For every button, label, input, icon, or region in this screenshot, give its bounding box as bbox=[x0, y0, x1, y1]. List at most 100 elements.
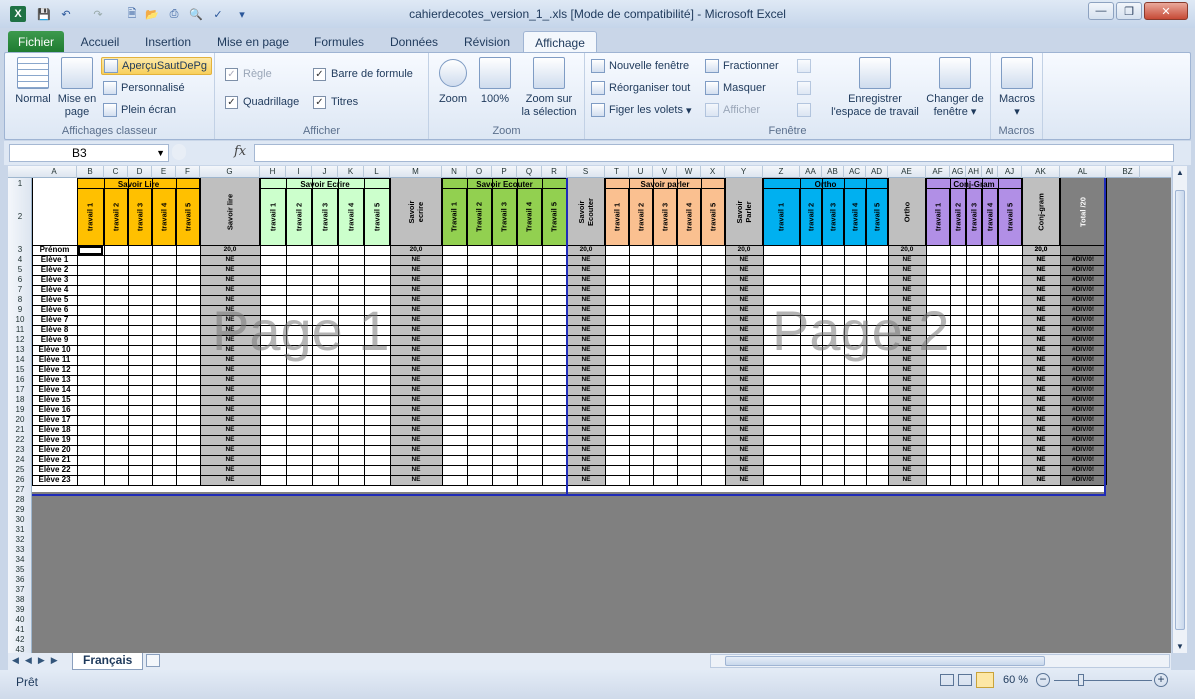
close-button[interactable]: ✕ bbox=[1144, 2, 1188, 20]
row-header-40[interactable]: 40 bbox=[8, 615, 32, 625]
column-header-q[interactable]: Q bbox=[517, 166, 542, 178]
row-header-26[interactable]: 26 bbox=[8, 475, 32, 485]
page-layout-button[interactable]: Mise en page bbox=[55, 57, 99, 119]
column-header-ah[interactable]: AH bbox=[966, 166, 982, 178]
tab-accueil[interactable]: Accueil bbox=[72, 31, 128, 53]
insert-sheet-icon[interactable] bbox=[146, 654, 160, 667]
macros-button[interactable]: Macros ▾ bbox=[995, 57, 1039, 119]
column-header-d[interactable]: D bbox=[128, 166, 152, 178]
zoom-level[interactable]: 60 % bbox=[1003, 674, 1028, 686]
save-workspace-button[interactable]: Enregistrer l'espace de travail bbox=[825, 57, 925, 119]
tab-fichier[interactable]: Fichier bbox=[8, 31, 64, 53]
freeze-panes-button[interactable]: Figer les volets ▾ bbox=[591, 101, 692, 119]
row-header-18[interactable]: 18 bbox=[8, 395, 32, 405]
row-header-14[interactable]: 14 bbox=[8, 355, 32, 365]
tab-affichage[interactable]: Affichage bbox=[523, 31, 597, 53]
column-header-g[interactable]: G bbox=[200, 166, 260, 178]
row-header-21[interactable]: 21 bbox=[8, 425, 32, 435]
vertical-scrollbar[interactable]: ▲ ▼ bbox=[1172, 166, 1187, 653]
column-header-t[interactable]: T bbox=[605, 166, 629, 178]
column-header-u[interactable]: U bbox=[629, 166, 653, 178]
row-header-34[interactable]: 34 bbox=[8, 555, 32, 565]
row-header-32[interactable]: 32 bbox=[8, 535, 32, 545]
column-header-ai[interactable]: AI bbox=[982, 166, 998, 178]
row-header-43[interactable]: 43 bbox=[8, 645, 32, 653]
column-header-h[interactable]: H bbox=[260, 166, 286, 178]
column-header-ac[interactable]: AC bbox=[844, 166, 866, 178]
zoom-selection-button[interactable]: Zoom sur la sélection bbox=[517, 57, 581, 119]
tab-revision[interactable]: Révision bbox=[456, 31, 518, 53]
name-box-dropdown-icon[interactable]: ▼ bbox=[156, 145, 165, 161]
sheet-nav-icon[interactable]: ◀◀▶▶ bbox=[12, 655, 64, 666]
column-header-x[interactable]: X bbox=[701, 166, 725, 178]
row-header-6[interactable]: 6 bbox=[8, 275, 32, 285]
sheet-tab-francais[interactable]: Français bbox=[72, 653, 144, 670]
scroll-down-icon[interactable]: ▼ bbox=[1176, 642, 1184, 651]
new-window-button[interactable]: Nouvelle fenêtre bbox=[591, 57, 689, 75]
row-header-19[interactable]: 19 bbox=[8, 405, 32, 415]
row-header-11[interactable]: 11 bbox=[8, 325, 32, 335]
row-header-4[interactable]: 4 bbox=[8, 255, 32, 265]
row-header-7[interactable]: 7 bbox=[8, 285, 32, 295]
restore-button[interactable]: ❐ bbox=[1116, 2, 1142, 20]
column-header-a[interactable]: A bbox=[32, 166, 77, 178]
column-header-i[interactable]: I bbox=[286, 166, 312, 178]
custom-views-button[interactable]: Personnalisé bbox=[103, 79, 185, 97]
synchronous-scrolling-icon[interactable] bbox=[797, 79, 815, 97]
column-header-p[interactable]: P bbox=[492, 166, 517, 178]
row-header-25[interactable]: 25 bbox=[8, 465, 32, 475]
minimize-button[interactable]: — bbox=[1088, 2, 1114, 20]
column-header-n[interactable]: N bbox=[442, 166, 467, 178]
gridlines-checkbox[interactable]: ✓ Quadrillage bbox=[225, 93, 299, 111]
cell-grid[interactable]: Savoir Lire travail 1 travail 2 travail 3 tr… bbox=[32, 178, 1107, 496]
row-header-31[interactable]: 31 bbox=[8, 525, 32, 535]
column-header-v[interactable]: V bbox=[653, 166, 677, 178]
row-header-17[interactable]: 17 bbox=[8, 385, 32, 395]
row-header-8[interactable]: 8 bbox=[8, 295, 32, 305]
row-header-41[interactable]: 41 bbox=[8, 625, 32, 635]
column-header-z[interactable]: Z bbox=[763, 166, 800, 178]
name-box[interactable]: B3 ▼ bbox=[9, 144, 169, 162]
column-header-ag[interactable]: AG bbox=[950, 166, 966, 178]
tab-mise-en-page[interactable]: Mise en page bbox=[210, 31, 296, 53]
column-header-aj[interactable]: AJ bbox=[998, 166, 1022, 178]
insert-function-button[interactable]: fx bbox=[172, 144, 252, 162]
column-header-m[interactable]: M bbox=[390, 166, 442, 178]
zoom-button[interactable]: Zoom bbox=[433, 57, 473, 106]
tab-insertion[interactable]: Insertion bbox=[136, 31, 200, 53]
reset-window-position-icon[interactable] bbox=[797, 101, 815, 119]
zoom-out-icon[interactable]: − bbox=[1036, 673, 1050, 687]
formula-input[interactable] bbox=[254, 144, 1174, 162]
row-header-39[interactable]: 39 bbox=[8, 605, 32, 615]
column-header-o[interactable]: O bbox=[467, 166, 492, 178]
column-header-c[interactable]: C bbox=[104, 166, 128, 178]
column-header-af[interactable]: AF bbox=[926, 166, 950, 178]
view-side-by-side-icon[interactable] bbox=[797, 57, 815, 75]
row-header-27[interactable]: 27 bbox=[8, 485, 32, 495]
column-header-w[interactable]: W bbox=[677, 166, 701, 178]
zoom-100-button[interactable]: 100% bbox=[475, 57, 515, 106]
column-header-k[interactable]: K bbox=[338, 166, 364, 178]
row-header-36[interactable]: 36 bbox=[8, 575, 32, 585]
column-header-bz[interactable]: BZ bbox=[1116, 166, 1140, 178]
spreadsheet-area[interactable]: A B C D E F G H I J K L M N O P Q R S T U V W X Y Z AA AB AC AD AE AF AG… bbox=[8, 166, 1171, 653]
row-header-29[interactable]: 29 bbox=[8, 505, 32, 515]
full-screen-button[interactable]: Plein écran bbox=[103, 101, 176, 119]
formula-bar-checkbox[interactable]: ✓ Barre de formule bbox=[313, 65, 413, 83]
row-header-35[interactable]: 35 bbox=[8, 565, 32, 575]
row-header-5[interactable]: 5 bbox=[8, 265, 32, 275]
row-header-20[interactable]: 20 bbox=[8, 415, 32, 425]
row-header-24[interactable]: 24 bbox=[8, 455, 32, 465]
column-header-ad[interactable]: AD bbox=[866, 166, 888, 178]
page-break-preview-button[interactable]: AperçuSautDePg bbox=[101, 57, 212, 75]
row-header-42[interactable]: 42 bbox=[8, 635, 32, 645]
column-header-j[interactable]: J bbox=[312, 166, 338, 178]
horizontal-scrollbar[interactable] bbox=[710, 654, 1170, 668]
row-header-37[interactable]: 37 bbox=[8, 585, 32, 595]
page-break-view-icon[interactable] bbox=[976, 672, 994, 688]
selected-cell-b3[interactable] bbox=[78, 246, 103, 255]
column-header-l[interactable]: L bbox=[364, 166, 390, 178]
column-header-aa[interactable]: AA bbox=[800, 166, 822, 178]
row-header-38[interactable]: 38 bbox=[8, 595, 32, 605]
row-header-2[interactable]: 2 bbox=[8, 189, 32, 245]
